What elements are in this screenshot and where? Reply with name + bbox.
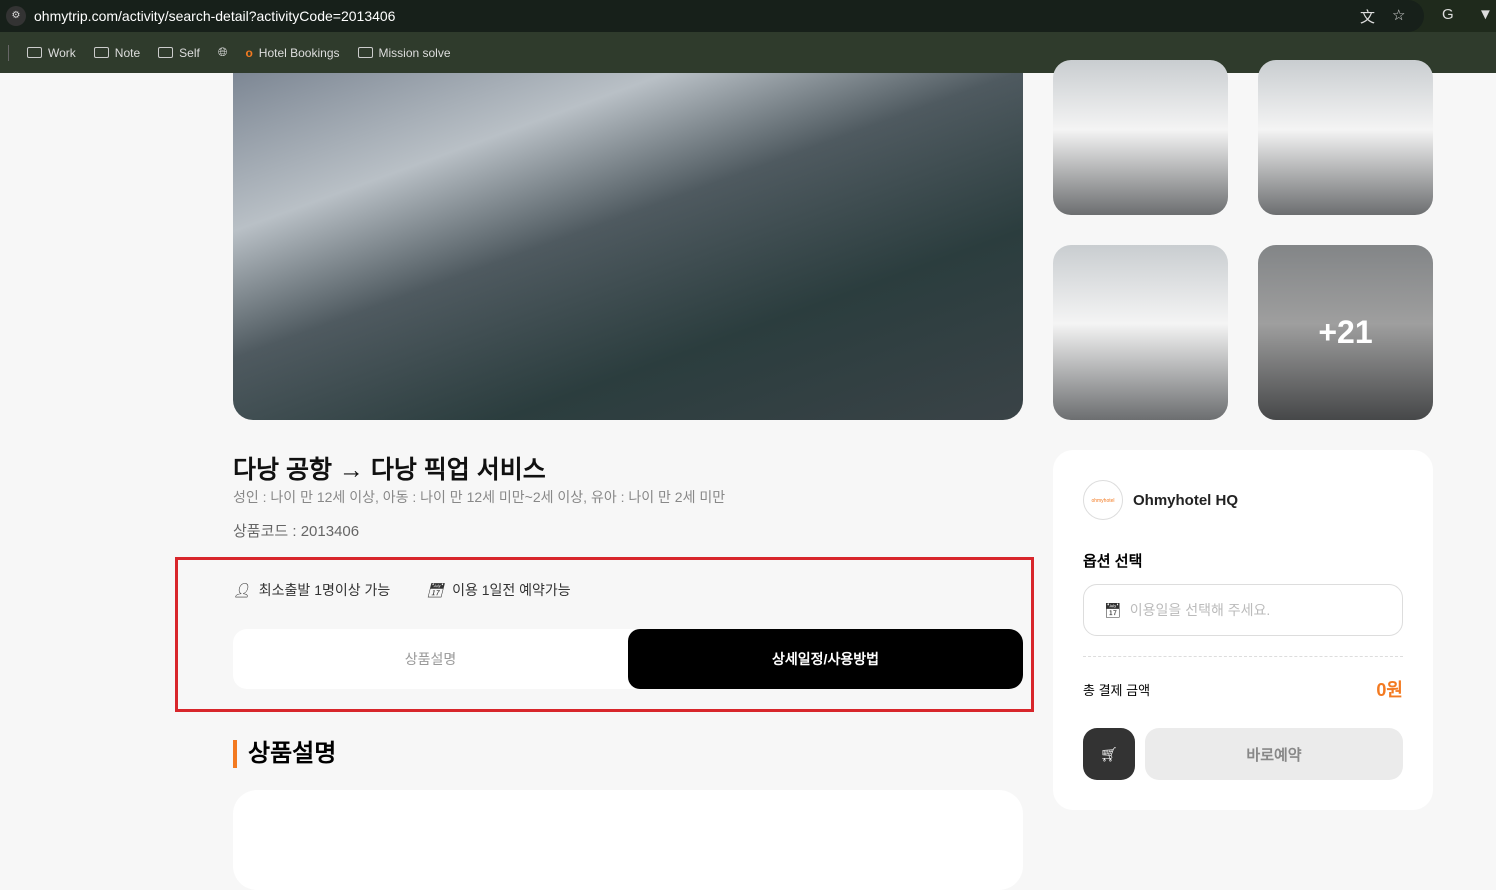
seller-name: Ohmyhotel HQ — [1133, 492, 1239, 509]
bookmark-label: Hotel Bookings — [258, 45, 340, 60]
date-placeholder: 이용일을 선택해 주세요. — [1129, 602, 1271, 618]
url-text: ohmytrip.com/activity/search-detail?acti… — [34, 8, 396, 24]
browser-toolbar: ⚙ ohmytrip.com/activity/search-detail?act… — [0, 0, 1496, 32]
gallery-photo-more[interactable]: +21 — [1258, 245, 1433, 420]
gallery-photo-1[interactable] — [1053, 60, 1228, 215]
option-label: 옵션 선택 — [1083, 553, 1143, 570]
calendar-icon: 📅︎ — [1104, 601, 1122, 618]
book-now-button[interactable]: 바로예약 — [1145, 728, 1403, 780]
more-photos-count: +21 — [1258, 245, 1433, 420]
star-icon[interactable]: ☆ — [1392, 6, 1405, 24]
product-code: 상품코드 : 2013406 — [233, 523, 360, 540]
gallery-photo-2[interactable] — [1258, 60, 1433, 215]
description-content — [233, 790, 1023, 890]
extension-icon[interactable]: ▼ — [1478, 6, 1493, 23]
bookmark-hotel-bookings[interactable]: o Hotel Bookings — [245, 46, 339, 60]
product-meta: 👤︎ 최소출발 1명이상 가능 📅︎ 이용 1일전 예약가능 — [233, 580, 571, 600]
globe-icon: 🌐︎ — [217, 45, 228, 59]
ohmyhotel-icon: o — [245, 45, 253, 60]
bookmark-label: Work — [48, 45, 76, 60]
calendar-icon: 📅︎ — [426, 581, 445, 598]
date-select-input[interactable]: 📅︎ 이용일을 선택해 주세요. — [1083, 584, 1403, 636]
bookmark-work[interactable]: Work — [27, 46, 76, 60]
age-info: 성인 : 나이 만 12세 이상, 아동 : 나이 만 12세 미만~2세 이상… — [233, 489, 726, 505]
address-bar[interactable]: ⚙ ohmytrip.com/activity/search-detail?act… — [0, 0, 1424, 32]
google-translate-icon[interactable]: G — [1442, 6, 1454, 23]
seller-logo: ohmyhotel — [1083, 480, 1123, 520]
min-departure: 최소출발 1명이상 가능 — [258, 582, 391, 598]
bookmark-label: Mission solve — [378, 45, 451, 60]
cart-button[interactable]: 🛒︎ — [1083, 728, 1135, 780]
bookmark-label: Self — [179, 45, 200, 60]
gallery-photo-3[interactable] — [1053, 245, 1228, 420]
bookmark-mission-solve[interactable]: Mission solve — [357, 45, 451, 60]
site-settings-icon[interactable]: ⚙ — [6, 6, 26, 26]
folder-icon — [357, 47, 373, 58]
product-title: 다낭 공항 → 다낭 픽업 서비스 — [233, 456, 546, 484]
person-icon: 👤︎ — [233, 581, 251, 598]
bookmark-note[interactable]: Note — [93, 45, 141, 60]
total-price: 0원 — [1376, 680, 1403, 700]
cart-icon: 🛒︎ — [1100, 745, 1118, 762]
divider — [1083, 656, 1403, 657]
total-label: 총 결제 금액 — [1083, 683, 1151, 698]
tab-schedule-usage[interactable]: 상세일정/사용방법 — [628, 629, 1023, 689]
translate-icon[interactable]: 文 — [1360, 6, 1375, 27]
folder-icon — [158, 47, 174, 58]
folder-icon — [27, 47, 42, 58]
booking-notice: 이용 1일전 예약가능 — [452, 582, 571, 598]
booking-card: ohmyhotel Ohmyhotel HQ 옵션 선택 📅︎ 이용일을 선택해 … — [1053, 450, 1433, 810]
bookmark-label: Note — [114, 45, 141, 60]
divider — [8, 44, 9, 61]
section-title: 상품설명 — [233, 740, 336, 768]
folder-icon — [93, 47, 109, 58]
main-photo-airport[interactable] — [233, 73, 1023, 420]
tab-description[interactable]: 상품설명 — [233, 629, 628, 689]
bookmark-globe[interactable]: 🌐︎ — [218, 45, 228, 60]
bookmark-self[interactable]: Self — [158, 46, 200, 60]
product-tabs: 상품설명 상세일정/사용방법 — [233, 629, 1023, 689]
